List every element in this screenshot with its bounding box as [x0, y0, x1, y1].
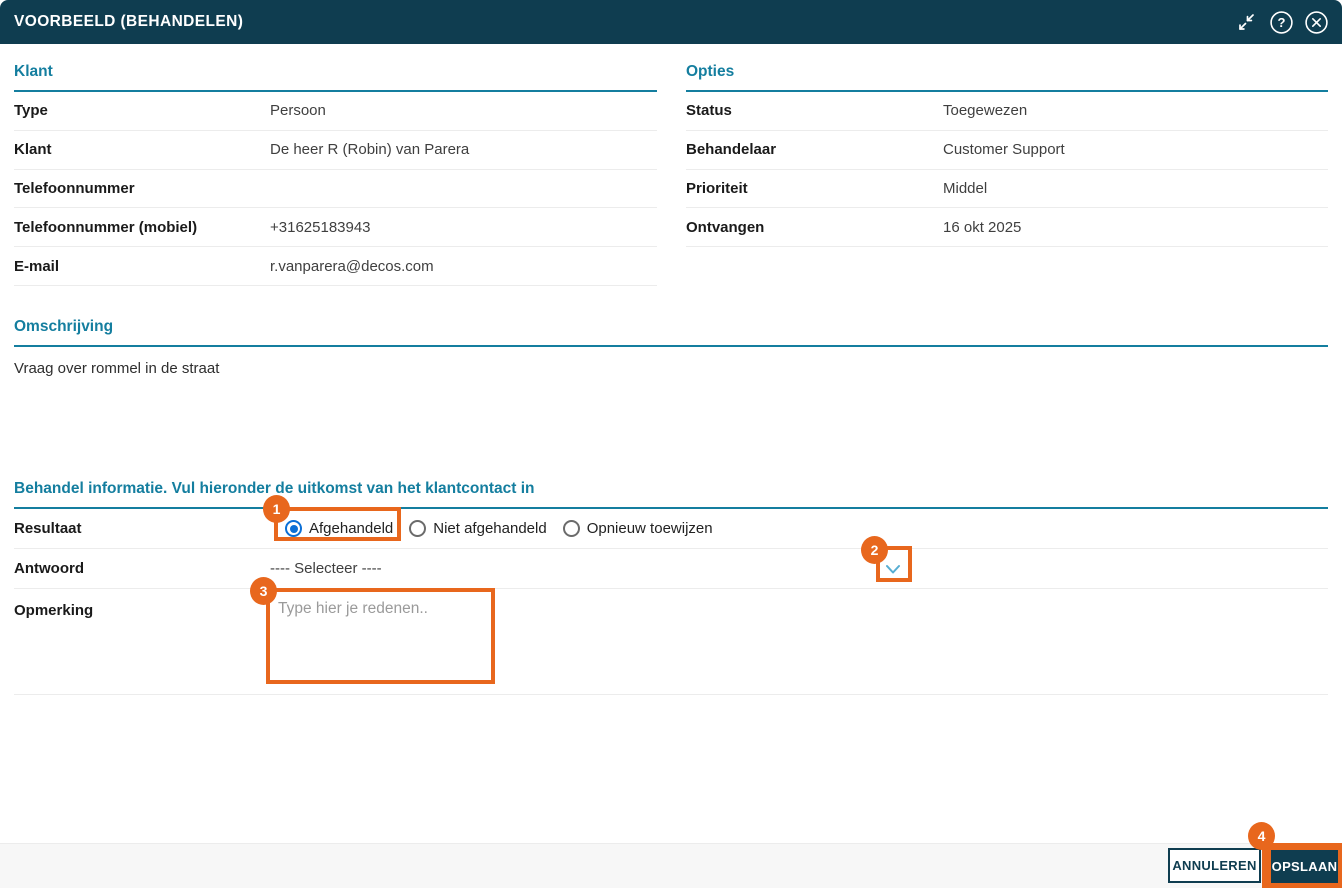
field-row-telefoonnummer: Telefoonnummer: [14, 170, 657, 209]
field-row-ontvangen: Ontvangen 16 okt 2025: [686, 208, 1328, 248]
opmerking-textarea[interactable]: [272, 596, 496, 686]
radio-opnieuw-toewijzen[interactable]: Opnieuw toewijzen: [562, 520, 713, 537]
radio-label: Opnieuw toewijzen: [586, 520, 713, 537]
radio-button-icon[interactable]: [409, 520, 427, 537]
radio-niet-afgehandeld[interactable]: Niet afgehandeld: [409, 520, 547, 537]
section-opties-header: Opties: [686, 57, 1328, 92]
dialog-voorbeeld-behandelen: VOORBEELD (BEHANDELEN) ? Klant Type Pers…: [0, 0, 1342, 888]
field-label: Antwoord: [14, 560, 84, 577]
help-icon[interactable]: ?: [1270, 10, 1293, 34]
collapse-window-icon[interactable]: [1235, 11, 1258, 34]
annuleren-button[interactable]: ANNULEREN: [1168, 848, 1261, 883]
field-value: r.vanparera@decos.com: [270, 257, 434, 275]
dialog-title: VOORBEELD (BEHANDELEN): [14, 13, 244, 30]
close-icon[interactable]: [1305, 10, 1328, 34]
field-value: Customer Support: [943, 141, 1065, 159]
section-behandel-header: Behandel informatie. Vul hieronder de ui…: [14, 474, 1328, 509]
field-label: Status: [686, 102, 732, 120]
field-label: Telefoonnummer (mobiel): [14, 218, 198, 236]
field-label: Behandelaar: [686, 141, 777, 159]
section-omschrijving: Omschrijving Vraag over rommel in de str…: [14, 312, 1328, 377]
field-label: Ontvangen: [686, 218, 765, 236]
field-label: Resultaat: [14, 520, 82, 537]
field-row-type: Type Persoon: [14, 92, 657, 131]
field-row-email: E-mail r.vanparera@decos.com: [14, 247, 657, 286]
field-label: Opmerking: [14, 602, 94, 619]
antwoord-select-value[interactable]: ---- Selecteer ----: [270, 560, 382, 577]
field-row-resultaat: Resultaat Afgehandeld Niet afgehandeld O…: [14, 509, 1328, 549]
field-label: Klant: [14, 141, 52, 159]
section-klant: Klant Type Persoon Klant De heer R (Robi…: [14, 57, 657, 286]
radio-button-icon[interactable]: [562, 520, 580, 537]
chevron-down-icon[interactable]: [882, 558, 904, 580]
section-opties: Opties Status Toegewezen Behandelaar Cus…: [686, 57, 1328, 248]
radio-afgehandeld[interactable]: Afgehandeld: [285, 520, 393, 537]
dialog-titlebar: VOORBEELD (BEHANDELEN) ?: [0, 0, 1342, 44]
dialog-footer: [0, 843, 1342, 888]
field-row-status: Status Toegewezen: [686, 92, 1328, 131]
field-value: De heer R (Robin) van Parera: [270, 141, 470, 159]
field-row-telefoonnummer-mobiel: Telefoonnummer (mobiel) +31625183943: [14, 208, 657, 248]
section-omschrijving-header: Omschrijving: [14, 312, 1328, 347]
field-value: +31625183943: [270, 218, 371, 236]
field-row-opmerking: Opmerking: [14, 589, 1328, 695]
field-row-behandelaar: Behandelaar Customer Support: [686, 131, 1328, 170]
titlebar-icons: ?: [1235, 10, 1342, 34]
omschrijving-text: Vraag over rommel in de straat: [14, 360, 220, 377]
section-klant-header: Klant: [14, 57, 657, 92]
field-value: Middel: [943, 179, 988, 197]
field-label: E-mail: [14, 257, 60, 275]
radio-button-icon[interactable]: [285, 520, 302, 537]
field-row-antwoord: Antwoord ---- Selecteer ----: [14, 549, 1328, 589]
field-row-prioriteit: Prioriteit Middel: [686, 170, 1328, 209]
radio-label: Afgehandeld: [309, 520, 394, 537]
field-label: Prioriteit: [686, 179, 748, 197]
field-label: Telefoonnummer: [14, 179, 135, 197]
resultaat-radio-group: Afgehandeld Niet afgehandeld Opnieuw toe…: [285, 520, 713, 537]
section-behandel-informatie: Behandel informatie. Vul hieronder de ui…: [14, 474, 1328, 695]
field-label: Type: [14, 102, 48, 120]
field-value: Persoon: [270, 102, 326, 120]
field-row-klant: Klant De heer R (Robin) van Parera: [14, 131, 657, 170]
field-value: 16 okt 2025: [943, 218, 1022, 236]
svg-text:?: ?: [1278, 15, 1286, 30]
field-value: Toegewezen: [943, 102, 1028, 120]
radio-label: Niet afgehandeld: [433, 520, 547, 537]
opslaan-button[interactable]: OPSLAAN: [1271, 850, 1338, 883]
